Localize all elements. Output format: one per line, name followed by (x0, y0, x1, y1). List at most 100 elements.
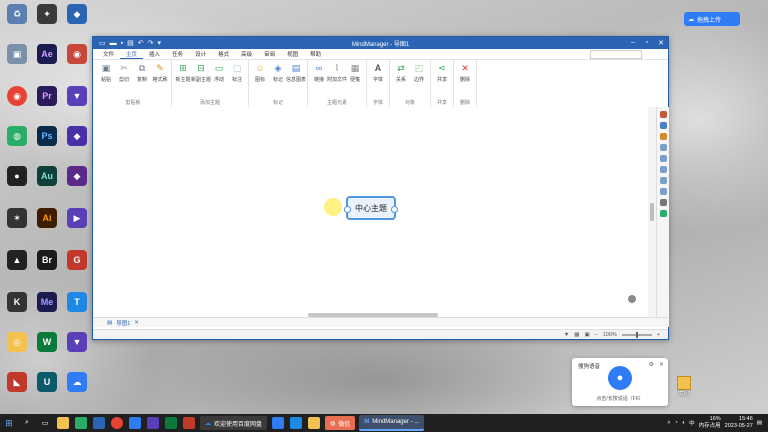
topic-right-handle[interactable] (391, 206, 398, 213)
tag-button[interactable]: ◈ 标记 (269, 63, 287, 84)
pane-icon[interactable] (659, 122, 667, 129)
app-icon[interactable] (308, 417, 321, 429)
customize-qat-icon[interactable]: ▾ (157, 39, 161, 47)
desktop-icon-app[interactable]: ◣ (2, 372, 32, 392)
delete-button[interactable]: ✕ 删除 (456, 63, 474, 84)
search-icon[interactable]: ⌕ (21, 417, 33, 429)
volume-icon[interactable]: ◖ (682, 420, 685, 426)
menu-review[interactable]: 审阅 (258, 50, 281, 58)
desktop-icon-app[interactable]: ▲ (2, 250, 32, 270)
pane-icon[interactable] (659, 177, 667, 184)
undo-icon[interactable]: ↶ (138, 39, 144, 47)
document-tab[interactable]: ▤ 导图1 ✕ (107, 319, 139, 327)
pane-icon[interactable] (659, 155, 667, 162)
desktop-icon-app[interactable]: ✦ (32, 4, 62, 24)
desktop-icon-app[interactable]: T (62, 292, 92, 312)
desktop-icon-screenshot[interactable]: 截图 (677, 376, 691, 397)
menu-advanced[interactable]: 高级 (235, 50, 258, 58)
desktop-icon-audition[interactable]: Au (32, 166, 62, 186)
desktop-icon-app[interactable]: ✶ (2, 208, 32, 228)
desktop-icon-after-effects[interactable]: Ae (32, 44, 62, 64)
desktop-icon-chrome[interactable]: ◉ (2, 86, 32, 106)
paste-button[interactable]: ▣ 粘贴 (97, 63, 115, 84)
new-file-icon[interactable]: ▭ (99, 39, 106, 47)
task-view-icon[interactable]: ▭ (39, 417, 51, 429)
desktop-icon-app[interactable]: W (32, 332, 62, 352)
menu-format[interactable]: 格式 (212, 50, 235, 58)
menu-view[interactable]: 视图 (281, 50, 304, 58)
pane-icon[interactable] (659, 111, 667, 118)
map-canvas[interactable]: 中心主题 (93, 107, 656, 317)
app-icon[interactable] (272, 417, 285, 429)
desktop-icon-illustrator[interactable]: Ai (32, 208, 62, 228)
menu-file[interactable]: 文件 (97, 50, 120, 58)
network-icon[interactable]: ◔ (674, 420, 677, 426)
topic-left-handle[interactable] (344, 206, 351, 213)
app-icon[interactable] (93, 417, 105, 429)
tray-overflow-icon[interactable]: ˄ (667, 420, 670, 426)
callout-button[interactable]: ▢ 标注 (228, 63, 246, 84)
icon-marker-button[interactable]: ☺ 图标 (251, 63, 269, 84)
scroll-thumb[interactable] (650, 203, 654, 221)
file-explorer-icon[interactable] (57, 417, 69, 429)
desktop-icon-app[interactable]: U (32, 372, 62, 392)
attach-file-button[interactable]: ⌇ 附加文件 (327, 63, 347, 84)
save-icon[interactable]: ▪ (121, 40, 123, 47)
new-subtopic-button[interactable]: ⊟ 新副主题 (191, 63, 211, 84)
app-icon[interactable] (165, 417, 177, 429)
desktop-icon-qq[interactable]: ● (2, 166, 32, 186)
desktop-icon-premiere[interactable]: Pr (32, 86, 62, 106)
desktop-icon-recycle-bin[interactable]: ♻ (2, 4, 32, 24)
vertical-scrollbar[interactable] (648, 107, 656, 317)
desktop-icon-wechat[interactable]: ◍ (2, 126, 32, 146)
desktop-icon-app[interactable]: ▼ (62, 86, 92, 106)
menu-insert[interactable]: 插入 (143, 50, 166, 58)
maximize-button[interactable]: ▫ (640, 39, 654, 47)
pane-icon[interactable] (659, 166, 667, 173)
desktop-icon-bridge[interactable]: Br (32, 250, 62, 270)
taskbar-app-baidu-netdisk[interactable]: ☁ 欢迎使用百度网盘 (200, 416, 268, 430)
desktop-icon-app[interactable]: ☁ (62, 372, 92, 392)
new-topic-button[interactable]: ⊞ 新主题 (174, 63, 192, 84)
desktop-icon-app[interactable]: ◆ (62, 4, 92, 24)
menu-design[interactable]: 设计 (189, 50, 212, 58)
app-icon[interactable] (147, 417, 159, 429)
view-icon[interactable]: ▦ (574, 332, 579, 338)
redo-icon[interactable]: ↷ (148, 39, 154, 47)
close-icon[interactable]: ✕ (659, 361, 664, 368)
ribbon-search-input[interactable] (590, 50, 642, 59)
gear-icon[interactable]: ⚙ (649, 361, 654, 368)
taskbar-app-mindmanager[interactable]: M MindManager - ... (359, 415, 425, 431)
open-folder-icon[interactable]: ▬ (110, 40, 117, 47)
relationship-button[interactable]: ⇄ 关系 (392, 63, 410, 84)
map-pin-icon[interactable] (628, 295, 636, 303)
zoom-slider[interactable] (621, 331, 652, 338)
boundary-button[interactable]: ◰ 边界 (410, 63, 428, 84)
desktop-icon-this-pc[interactable]: ▣ (2, 44, 32, 64)
pane-icon[interactable] (659, 210, 667, 217)
app-icon[interactable] (290, 417, 303, 429)
link-button[interactable]: ∞ 链接 (310, 63, 328, 84)
copy-button[interactable]: ⧉ 复制 (133, 63, 151, 84)
menu-home[interactable]: 主页 (120, 50, 144, 59)
menu-task[interactable]: 任务 (166, 50, 189, 58)
share-button[interactable]: ⋖ 共享 (433, 63, 451, 84)
filter-icon[interactable]: ▼ (564, 332, 569, 338)
app-icon[interactable] (183, 417, 195, 429)
cut-button[interactable]: ✂ 剪切 (115, 63, 133, 84)
ime-indicator[interactable]: 中 (689, 419, 695, 427)
desktop-icon-photoshop[interactable]: Ps (32, 126, 62, 146)
desktop-icon-app[interactable]: ◉ (62, 44, 92, 64)
zoom-in-button[interactable]: + (657, 332, 660, 338)
desktop-icon-app[interactable]: ◆ (62, 166, 92, 186)
font-button[interactable]: A 字体 (369, 63, 387, 84)
print-icon[interactable]: ▤ (127, 39, 134, 47)
desktop-icon-app[interactable]: G (62, 250, 92, 270)
tab-close-icon[interactable]: ✕ (134, 320, 139, 326)
fit-icon[interactable]: ▣ (584, 332, 589, 338)
clock[interactable]: 15:46 2023-05-27 (725, 416, 753, 430)
notes-button[interactable]: ▦ 便笺 (346, 63, 364, 84)
central-topic[interactable]: 中心主题 (344, 196, 398, 220)
desktop-icon-app[interactable]: ▶ (62, 208, 92, 228)
pane-icon[interactable] (659, 133, 667, 140)
